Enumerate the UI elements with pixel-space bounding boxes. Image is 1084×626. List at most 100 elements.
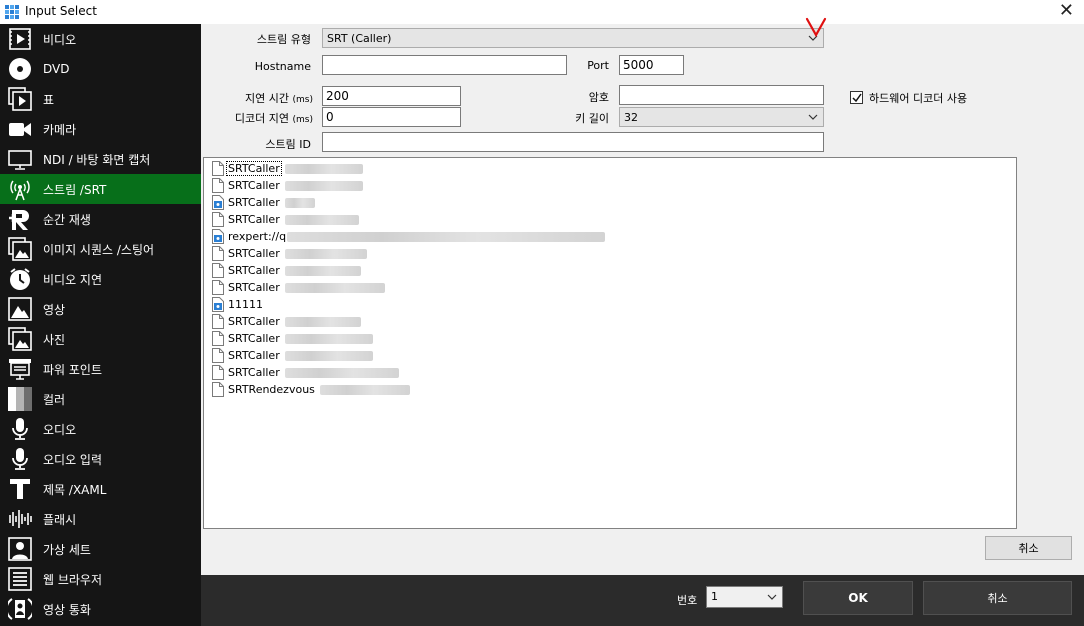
stream-file-icon <box>212 297 224 312</box>
number-select[interactable]: 1 <box>706 586 783 608</box>
hostname-input[interactable] <box>322 55 567 75</box>
sidebar-item-label: 제목 /XAML <box>43 482 107 497</box>
preset-name: SRTCaller <box>226 161 282 176</box>
image-sequence-icon <box>8 237 32 261</box>
sidebar-item-label: NDI / 바탕 화면 캡처 <box>43 152 151 167</box>
password-input[interactable] <box>619 85 824 105</box>
image-icon <box>8 297 32 321</box>
port-input[interactable] <box>619 55 684 75</box>
cancel-button-bottom[interactable]: 취소 <box>923 581 1072 615</box>
sidebar-item-image-sequence[interactable]: 이미지 시퀀스 /스팅어 <box>0 234 201 264</box>
blank-file-icon <box>212 212 224 227</box>
sidebar-item-label: 이미지 시퀀스 /스팅어 <box>43 242 155 257</box>
video-delay-icon <box>8 267 32 291</box>
preset-name: SRTCaller <box>228 281 280 294</box>
redacted-detail <box>284 282 385 293</box>
list-item[interactable]: SRTCaller <box>212 347 373 364</box>
sidebar-item-label: 오디오 입력 <box>43 452 103 467</box>
ok-button[interactable]: OK <box>803 581 913 615</box>
sidebar-item-photos[interactable]: 사진 <box>0 324 201 354</box>
cancel-button[interactable]: 취소 <box>985 536 1072 560</box>
redacted-detail <box>284 248 367 259</box>
list-item[interactable]: SRTCaller <box>212 279 385 296</box>
list-item[interactable]: SRTCaller <box>212 364 399 381</box>
preset-name: SRTCaller <box>228 332 280 345</box>
number-value: 1 <box>711 590 718 603</box>
hardware-decoder-label: 하드웨어 디코더 사용 <box>869 92 968 105</box>
preset-name: SRTCaller <box>228 196 280 209</box>
sidebar-item-flash[interactable]: 플래시 <box>0 504 201 534</box>
chevron-down-icon <box>808 114 818 120</box>
stream-type-label: 스트림 유형 <box>256 33 311 46</box>
preset-name: SRTCaller <box>228 213 280 226</box>
list-item[interactable]: SRTRendezvous <box>212 381 410 398</box>
list-item[interactable]: SRTCaller <box>212 194 315 211</box>
decoder-delay-input[interactable] <box>322 107 461 127</box>
sidebar-item-video-call[interactable]: 영상 통화 <box>0 594 201 624</box>
microphone-icon <box>8 417 32 441</box>
sidebar-item-stream-srt[interactable]: 스트림 /SRT <box>0 174 201 204</box>
list-item[interactable]: SRTCaller <box>212 330 373 347</box>
sidebar-item-virtual-set[interactable]: 가상 세트 <box>0 534 201 564</box>
list-item[interactable]: SRTCaller <box>212 313 361 330</box>
camera-icon <box>8 117 32 141</box>
number-label: 번호 <box>677 594 698 607</box>
close-icon[interactable]: ✕ <box>1059 2 1074 20</box>
blank-file-icon <box>212 280 224 295</box>
sidebar-item-list[interactable]: 표 <box>0 84 201 114</box>
sidebar-item-image[interactable]: 영상 <box>0 294 201 324</box>
preset-name: rexpert://q <box>228 230 287 243</box>
port-label: Port <box>587 59 609 72</box>
input-type-sidebar: 비디오 DVD 표 카메라 NDI / 바탕 화면 캡처 스트림 /SRT 순간… <box>0 24 201 626</box>
preset-name: 11111 <box>228 298 263 311</box>
sidebar-item-video[interactable]: 비디오 <box>0 24 201 54</box>
preset-name: SRTRendezvous <box>228 383 315 396</box>
sidebar-item-video-delay[interactable]: 비디오 지연 <box>0 264 201 294</box>
list-item[interactable]: SRTCaller <box>212 160 363 177</box>
list-item[interactable]: SRTCaller <box>212 245 367 262</box>
red-v-annotation <box>805 17 827 38</box>
footer-bar: 번호 1 OK 취소 <box>201 575 1084 626</box>
sidebar-item-title-xaml[interactable]: 제목 /XAML <box>0 474 201 504</box>
sidebar-item-label: 가상 세트 <box>43 542 91 557</box>
sidebar-item-label: 웹 브라우저 <box>43 572 103 587</box>
photos-icon <box>8 327 32 351</box>
sidebar-item-audio-input[interactable]: 오디오 입력 <box>0 444 201 474</box>
decoder-delay-label: 디코더 지연 (ms) <box>234 112 313 125</box>
sidebar-item-dvd[interactable]: DVD <box>0 54 201 84</box>
ndi-desktop-icon <box>8 147 32 171</box>
sidebar-item-camera[interactable]: 카메라 <box>0 114 201 144</box>
key-length-value: 32 <box>624 111 638 124</box>
list-icon <box>8 87 32 111</box>
sidebar-item-web-browser[interactable]: 웹 브라우저 <box>0 564 201 594</box>
video-icon <box>8 27 32 51</box>
stream-preset-list[interactable]: SRTCaller SRTCaller SRTCaller SRTCaller <box>203 157 1017 529</box>
password-label: 암호 <box>588 91 609 104</box>
list-item[interactable]: rexpert://q <box>212 228 606 245</box>
key-length-select[interactable]: 32 <box>619 107 824 127</box>
blank-file-icon <box>212 314 224 329</box>
blank-file-icon <box>212 246 224 261</box>
sidebar-item-audio[interactable]: 오디오 <box>0 414 201 444</box>
blank-file-icon <box>212 365 224 380</box>
redacted-detail <box>284 180 363 191</box>
redacted-detail <box>284 316 361 327</box>
latency-input[interactable] <box>322 86 461 106</box>
sidebar-item-replay[interactable]: 순간 재생 <box>0 204 201 234</box>
list-item[interactable]: SRTCaller <box>212 262 361 279</box>
sidebar-item-powerpoint[interactable]: 파워 포인트 <box>0 354 201 384</box>
stream-antenna-icon <box>8 177 32 201</box>
list-item[interactable]: 11111 <box>212 296 264 313</box>
web-browser-icon <box>8 567 32 591</box>
redacted-detail <box>287 231 606 242</box>
sidebar-item-ndi-desktop[interactable]: NDI / 바탕 화면 캡처 <box>0 144 201 174</box>
sidebar-item-label: DVD <box>43 62 70 76</box>
hardware-decoder-checkbox[interactable] <box>850 91 863 104</box>
list-item[interactable]: SRTCaller <box>212 177 363 194</box>
stream-type-select[interactable]: SRT (Caller) <box>322 28 824 48</box>
list-item[interactable]: SRTCaller <box>212 211 359 228</box>
sidebar-item-label: 카메라 <box>43 122 77 137</box>
stream-id-input[interactable] <box>322 132 824 152</box>
sidebar-item-color[interactable]: 컬러 <box>0 384 201 414</box>
title-bar: Input Select ✕ <box>0 0 1084 24</box>
